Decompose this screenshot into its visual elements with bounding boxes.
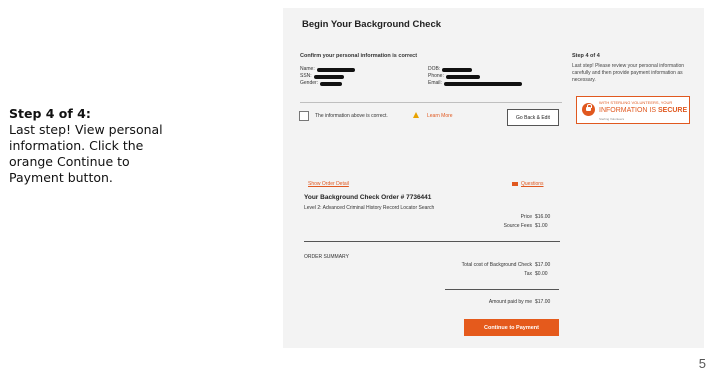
amount-paid-row: Amount paid by me $17.00: [489, 299, 556, 305]
total-row: Total cost of Background Check $17.00: [462, 262, 556, 268]
caption-step: Step 4 of 4:: [9, 106, 91, 121]
show-order-detail-link[interactable]: Show Order Detail: [308, 181, 349, 187]
go-back-edit-button[interactable]: Go Back & Edit: [507, 109, 559, 126]
page-title: Begin Your Background Check: [302, 19, 442, 30]
ssn-redacted: [313, 74, 344, 79]
caption-line-2: information. Click the: [9, 138, 144, 153]
amount-paid-label: Amount paid by me: [488, 299, 532, 305]
source-fees-label: Source Fees: [503, 223, 532, 229]
caption-line-4: Payment button.: [9, 170, 113, 185]
order-summary-heading: ORDER SUMMARY: [304, 254, 349, 260]
confirm-heading: Confirm your personal information is cor…: [300, 53, 418, 59]
order-level: Level 2: Advanced Criminal History Recor…: [304, 205, 435, 211]
order-title: Your Background Check Order # 7736441: [304, 194, 432, 201]
total-label: Total cost of Background Check: [461, 262, 532, 268]
lock-icon: [582, 103, 595, 116]
learn-more-link[interactable]: Learn More: [427, 113, 453, 119]
dob-label: DOB:: [428, 66, 441, 72]
caption-line-1: Last step! View personal: [9, 122, 163, 137]
secure-badge: WITH STERLING VOLUNTEERS, YOUR INFORMATI…: [576, 96, 690, 124]
divider: [300, 102, 562, 103]
ssn-label: SSN:: [300, 73, 312, 79]
phone-redacted: [445, 74, 480, 79]
caption-line-3: orange Continue to: [9, 154, 130, 169]
email-label: Email:: [428, 80, 442, 86]
divider: [445, 289, 559, 291]
gender-redacted: [320, 81, 343, 86]
questions-link[interactable]: Questions: [521, 181, 544, 187]
source-fees-row: Source Fees $1.00: [504, 223, 556, 229]
secure-badge-line1: WITH STERLING VOLUNTEERS, YOUR: [599, 100, 673, 105]
gender-label: Gender:: [300, 80, 319, 86]
slide-number: 5: [698, 356, 706, 371]
secure-badge-line2: INFORMATION IS SECURE: [599, 107, 688, 114]
name-redacted: [316, 67, 355, 72]
sidebar-step-label: Step 4 of 4: [572, 53, 600, 59]
price-value: $16.00: [535, 214, 551, 220]
divider: [304, 241, 560, 243]
tax-label: Tax: [524, 271, 532, 277]
confirm-checkbox[interactable]: [299, 111, 309, 121]
total-value: $17.00: [535, 262, 551, 268]
source-fees-value: $1.00: [535, 223, 548, 229]
email-redacted: [443, 81, 522, 86]
instruction-caption: Step 4 of 4: Last step! View personal in…: [9, 106, 209, 186]
name-label: Name:: [300, 66, 315, 72]
tax-row: Tax $0.00: [524, 271, 556, 277]
confirm-checkbox-label: The information above is correct.: [315, 113, 388, 119]
phone-label: Phone:: [428, 73, 444, 79]
personal-info-right: DOB: Phone: Email:: [428, 66, 522, 87]
secure-badge-line3: Sterling Volunteers: [599, 117, 625, 121]
price-label: Price: [520, 214, 532, 220]
continue-to-payment-button[interactable]: Continue to Payment: [464, 319, 559, 336]
sidebar-instructions: Last step! Please review your personal i…: [572, 63, 685, 83]
tax-value: $0.00: [535, 271, 548, 277]
dob-redacted: [442, 67, 473, 72]
warning-icon: [413, 112, 419, 118]
amount-paid-value: $17.00: [535, 299, 551, 305]
background-check-panel: Begin Your Background Check Confirm your…: [283, 8, 704, 348]
questions-icon[interactable]: [512, 182, 518, 186]
personal-info-left: Name: SSN: Gender:: [300, 66, 355, 87]
price-row: Price $16.00: [521, 214, 556, 220]
